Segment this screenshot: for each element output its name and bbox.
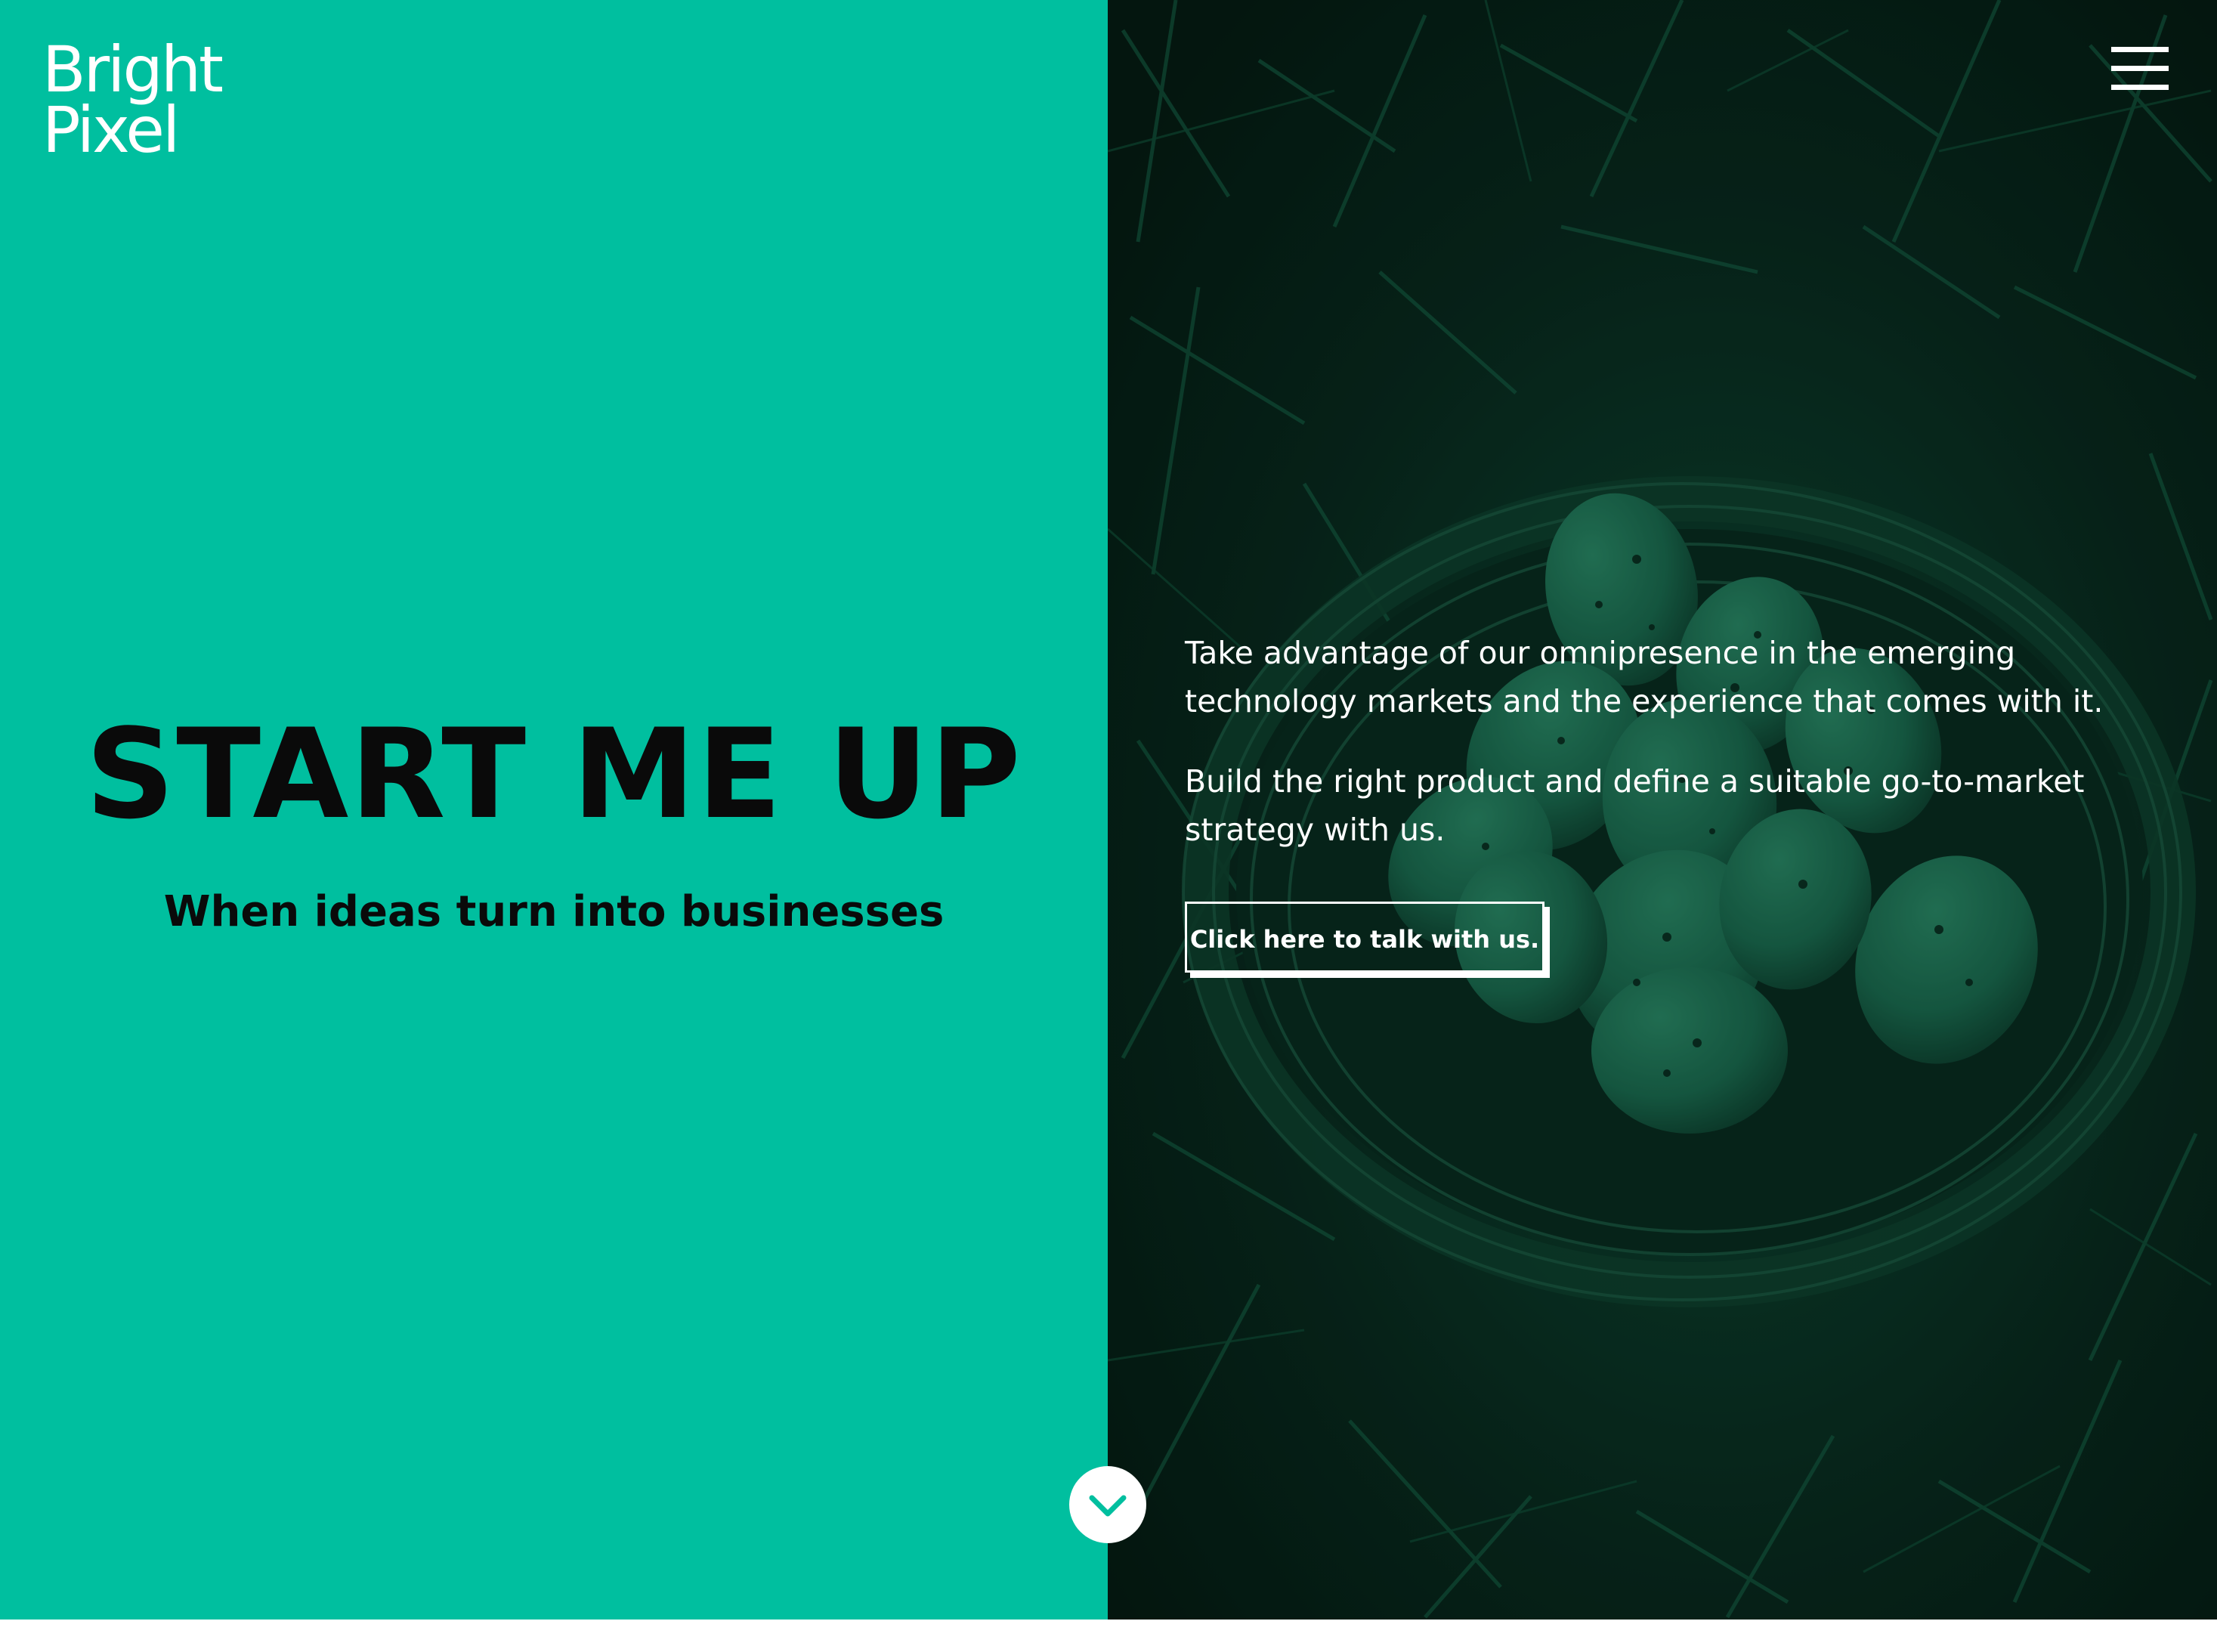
page-bottom-edge: [0, 1620, 2217, 1652]
logo-line-pixel: Pixel: [42, 93, 180, 167]
brand-logo[interactable]: Bright Pixel: [42, 32, 224, 167]
logo-line-bright: Bright: [42, 32, 224, 107]
menu-bar-middle: [2111, 66, 2169, 71]
hamburger-menu-button[interactable]: [2108, 44, 2169, 94]
intro-paragraph-2: Build the right product and define a sui…: [1185, 763, 2085, 848]
menu-bar-bottom: [2111, 85, 2169, 90]
chevron-down-icon: [1089, 1495, 1127, 1517]
hero-panel: Bright Pixel START ME UP When ideas turn…: [0, 0, 1108, 1620]
talk-with-us-button[interactable]: Click here to talk with us.: [1185, 902, 1544, 973]
hero-title: START ME UP: [85, 702, 1022, 846]
intro-paragraph-1: Take advantage of our omnipresence in th…: [1185, 635, 2104, 719]
scroll-down-button[interactable]: [1069, 1466, 1146, 1543]
hero-subtitle: When ideas turn into businesses: [163, 887, 945, 936]
landing-page: Bright Pixel START ME UP When ideas turn…: [0, 0, 2217, 1652]
intro-copy: Take advantage of our omnipresence in th…: [1185, 629, 2167, 886]
menu-bar-top: [2111, 47, 2169, 52]
